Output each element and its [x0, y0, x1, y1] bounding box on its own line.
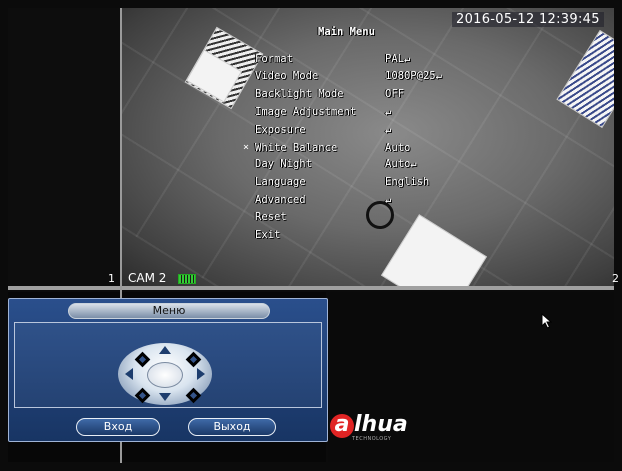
arrow-left-icon[interactable]	[125, 368, 133, 380]
osd-item-language[interactable]: Language English	[255, 176, 475, 189]
arrow-right-icon[interactable]	[197, 368, 205, 380]
osd-item-exit[interactable]: Exit	[255, 229, 475, 242]
exit-button[interactable]: Выход	[188, 418, 276, 436]
osd-item-value: English	[385, 176, 430, 188]
ptz-panel-title: Меню	[68, 303, 270, 319]
osd-item-label: Image Adjustment	[255, 106, 357, 118]
osd-item-label: Format	[255, 53, 293, 65]
channel-number-1: 1	[108, 272, 115, 285]
arrow-down-icon[interactable]	[159, 393, 171, 401]
osd-item-value: PAL↵	[385, 53, 411, 65]
osd-item-value: Auto↵	[385, 158, 417, 170]
osd-item-label: White Balance	[255, 142, 338, 154]
osd-item-format[interactable]: Format PAL↵	[255, 53, 475, 66]
channel-number-2: 2	[612, 272, 619, 285]
camera-channel-1-view[interactable]	[8, 8, 122, 286]
arrow-up-icon[interactable]	[159, 346, 171, 354]
osd-item-label: Exposure	[255, 124, 306, 136]
osd-item-image-adjustment[interactable]: Image Adjustment ↵	[255, 106, 475, 119]
grid-divider-horizontal	[8, 286, 614, 290]
logo-subtitle: TECHNOLOGY	[352, 436, 392, 442]
osd-item-label: Language	[255, 176, 306, 188]
floor-drain-ring	[366, 201, 394, 229]
osd-item-value: Auto	[385, 142, 411, 154]
osd-item-value: ↵	[385, 124, 392, 136]
logo-text: lhua	[354, 412, 408, 437]
osd-item-video-mode[interactable]: Video Mode 1080P@25↵	[255, 70, 475, 83]
osd-item-label: Reset	[255, 211, 287, 223]
osd-item-white-balance[interactable]: White Balance Auto	[255, 142, 475, 155]
mouse-cursor-icon	[541, 313, 553, 329]
osd-item-label: Day Night	[255, 158, 312, 170]
osd-item-backlight-mode[interactable]: Backlight Mode OFF	[255, 88, 475, 101]
ptz-center-button[interactable]	[147, 362, 183, 388]
signal-icon	[178, 274, 196, 284]
logo-mark: a	[330, 414, 354, 438]
timestamp: 2016-05-12 12:39:45	[452, 12, 604, 27]
osd-menu-title: Main Menu	[318, 26, 375, 38]
camera-label: CAM 2	[128, 271, 167, 285]
osd-item-value: 1080P@25↵	[385, 70, 442, 82]
osd-selection-cursor: ×	[243, 142, 250, 153]
osd-item-label: Exit	[255, 229, 281, 241]
osd-item-label: Video Mode	[255, 70, 319, 82]
dahua-logo: a lhua	[330, 412, 408, 438]
osd-item-value: OFF	[385, 88, 404, 100]
osd-item-advanced[interactable]: Advanced ↵	[255, 194, 475, 207]
osd-item-label: Backlight Mode	[255, 88, 344, 100]
osd-item-reset[interactable]: Reset	[255, 211, 475, 224]
osd-item-exposure[interactable]: Exposure ↵	[255, 124, 475, 137]
osd-item-label: Advanced	[255, 194, 306, 206]
osd-item-day-night[interactable]: Day Night Auto↵	[255, 158, 475, 171]
enter-button[interactable]: Вход	[76, 418, 160, 436]
osd-item-value: ↵	[385, 106, 392, 118]
